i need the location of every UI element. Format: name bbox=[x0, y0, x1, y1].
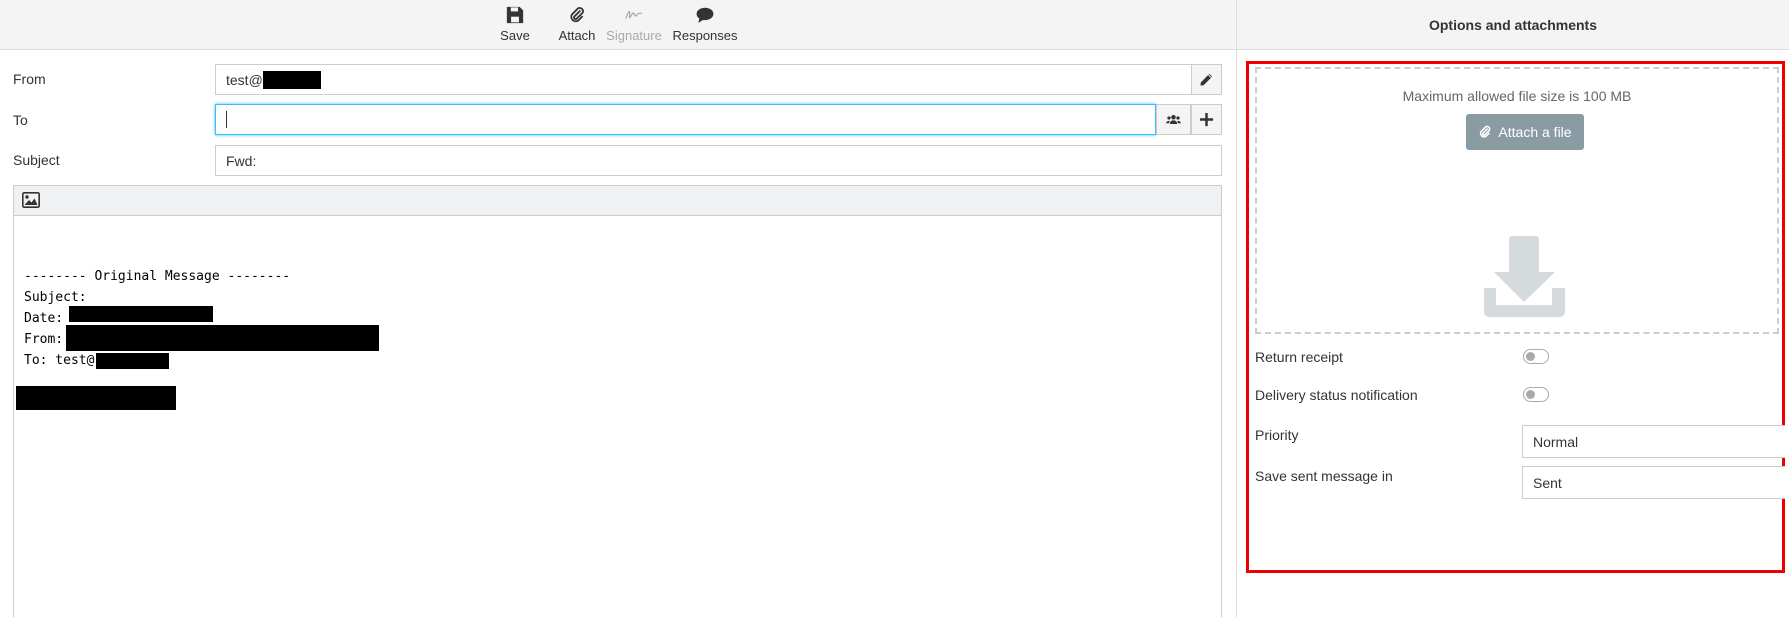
add-header-button[interactable] bbox=[1191, 104, 1222, 135]
options-attachments-panel: Maximum allowed file size is 100 MB Atta… bbox=[1246, 61, 1785, 573]
compose-toolbar: Save Attach Signature Responses bbox=[0, 0, 1236, 50]
attach-label: Attach bbox=[558, 28, 596, 43]
users-icon bbox=[1166, 115, 1181, 124]
message-editor[interactable]: -------- Original Message -------- Subje… bbox=[13, 185, 1222, 617]
attach-file-button[interactable]: Attach a file bbox=[1466, 114, 1584, 150]
pencil-icon bbox=[1200, 73, 1213, 86]
save-sent-select[interactable]: Sent bbox=[1522, 466, 1785, 499]
body-date-line: Date: bbox=[24, 311, 71, 326]
redacted-date bbox=[69, 306, 213, 322]
responses-button[interactable]: Responses bbox=[672, 0, 738, 49]
options-panel-title: Options and attachments bbox=[1237, 0, 1789, 50]
body-to-line: To: test@ bbox=[24, 353, 95, 368]
original-message-header: -------- Original Message -------- bbox=[24, 269, 291, 284]
from-label: From bbox=[13, 71, 46, 87]
text-cursor bbox=[226, 111, 227, 128]
from-field[interactable]: test@ bbox=[215, 64, 1192, 95]
save-button[interactable]: Save bbox=[493, 0, 537, 49]
address-book-button[interactable] bbox=[1156, 104, 1191, 135]
dsn-label: Delivery status notification bbox=[1255, 387, 1418, 403]
download-icon bbox=[1484, 236, 1565, 317]
redacted-domain bbox=[262, 70, 321, 89]
to-input[interactable] bbox=[215, 104, 1156, 135]
responses-label: Responses bbox=[672, 28, 738, 43]
priority-value: Normal bbox=[1533, 433, 1579, 450]
body-subject-line: Subject: bbox=[24, 290, 87, 305]
save-sent-label: Save sent message in bbox=[1255, 468, 1393, 484]
from-value: test@ bbox=[226, 71, 263, 88]
priority-label: Priority bbox=[1255, 427, 1299, 443]
save-label: Save bbox=[500, 28, 530, 43]
save-icon bbox=[506, 6, 524, 24]
max-file-size-text: Maximum allowed file size is 100 MB bbox=[1402, 88, 1632, 104]
to-label: To bbox=[13, 112, 28, 128]
return-receipt-toggle[interactable] bbox=[1523, 349, 1549, 364]
paperclip-icon bbox=[570, 7, 584, 23]
signature-label: Signature bbox=[606, 28, 662, 43]
attach-button[interactable]: Attach bbox=[555, 0, 599, 49]
dsn-toggle[interactable] bbox=[1523, 387, 1549, 402]
signature-button[interactable]: Signature bbox=[606, 0, 662, 49]
paperclip-icon bbox=[1480, 125, 1491, 138]
save-sent-value: Sent bbox=[1533, 474, 1562, 491]
return-receipt-label: Return receipt bbox=[1255, 349, 1343, 365]
priority-select[interactable]: Normal bbox=[1522, 425, 1785, 458]
plus-icon bbox=[1199, 112, 1214, 127]
body-from-line: From: bbox=[24, 332, 71, 347]
signature-icon bbox=[625, 10, 643, 19]
redacted-from bbox=[66, 325, 379, 351]
image-icon[interactable] bbox=[22, 192, 40, 208]
attachment-dropzone[interactable]: Maximum allowed file size is 100 MB Atta… bbox=[1255, 67, 1779, 334]
subject-input[interactable]: Fwd: bbox=[215, 145, 1222, 176]
speech-bubble-icon bbox=[696, 7, 714, 23]
editor-toolbar bbox=[14, 186, 1221, 216]
attach-file-label: Attach a file bbox=[1498, 124, 1572, 140]
subject-label: Subject bbox=[13, 152, 60, 168]
redacted-to bbox=[96, 353, 169, 369]
redacted-signature bbox=[16, 386, 176, 410]
subject-value: Fwd: bbox=[226, 152, 257, 169]
edit-identity-button[interactable] bbox=[1191, 64, 1222, 95]
panel-divider bbox=[1236, 0, 1237, 617]
